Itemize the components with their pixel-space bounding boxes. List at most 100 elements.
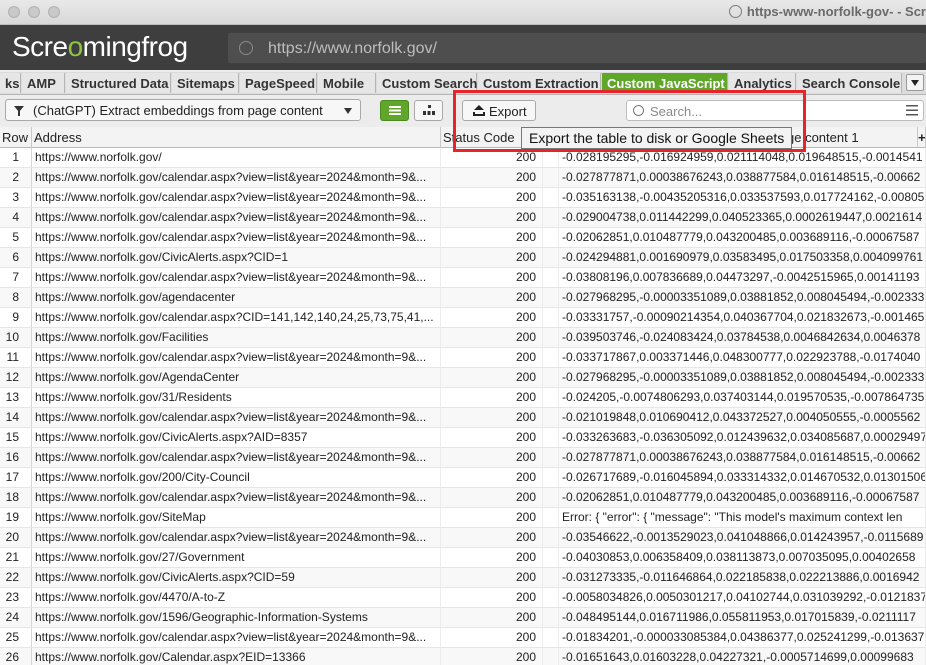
table-row[interactable]: 16 https://www.norfolk.gov/calendar.aspx?… bbox=[0, 448, 926, 468]
row-number: 25 bbox=[0, 628, 32, 647]
row-number: 6 bbox=[0, 248, 32, 267]
table-row[interactable]: 5 https://www.norfolk.gov/calendar.aspx?v… bbox=[0, 228, 926, 248]
list-view-button[interactable] bbox=[380, 100, 409, 121]
table-row[interactable]: 18 https://www.norfolk.gov/calendar.aspx?… bbox=[0, 488, 926, 508]
embedding-cell: -0.01834201,-0.000033085384,0.04386377,0… bbox=[559, 628, 926, 647]
status-cell bbox=[543, 308, 559, 327]
zoom-window-button[interactable] bbox=[48, 6, 60, 18]
column-header-row[interactable]: Row bbox=[0, 127, 32, 148]
table-row[interactable]: 12 https://www.norfolk.gov/AgendaCenter 20… bbox=[0, 368, 926, 388]
embedding-cell: -0.033263683,-0.036305092,0.012439632,0.… bbox=[559, 428, 926, 447]
status-cell bbox=[543, 268, 559, 287]
url-bar[interactable] bbox=[228, 33, 926, 63]
embedding-cell: -0.021019848,0.010690412,0.043372527,0.0… bbox=[559, 408, 926, 427]
table-row[interactable]: 2 https://www.norfolk.gov/calendar.aspx?v… bbox=[0, 168, 926, 188]
embedding-cell: -0.029004738,0.011442299,0.040523365,0.0… bbox=[559, 208, 926, 227]
status-code-cell: 200 bbox=[441, 528, 543, 547]
tab-mobile[interactable]: Mobile bbox=[318, 73, 376, 93]
row-number: 3 bbox=[0, 188, 32, 207]
address-cell: https://www.norfolk.gov/calendar.aspx?vi… bbox=[32, 228, 441, 247]
address-cell: https://www.norfolk.gov/calendar.aspx?vi… bbox=[32, 268, 441, 287]
status-cell bbox=[543, 568, 559, 587]
address-cell: https://www.norfolk.gov/calendar.aspx?vi… bbox=[32, 628, 441, 647]
screaming-frog-logo: Screomingfrog bbox=[12, 31, 188, 62]
column-header-address[interactable]: Address bbox=[32, 127, 441, 148]
embedding-cell: -0.024205,-0.0074806293,0.037403144,0.01… bbox=[559, 388, 926, 407]
table-row[interactable]: 9 https://www.norfolk.gov/calendar.aspx?C… bbox=[0, 308, 926, 328]
highlight-box bbox=[453, 90, 806, 152]
tab-overflow-menu-icon[interactable] bbox=[906, 74, 924, 91]
table-row[interactable]: 24 https://www.norfolk.gov/1596/Geographi… bbox=[0, 608, 926, 628]
status-code-cell: 200 bbox=[441, 448, 543, 467]
row-number: 22 bbox=[0, 568, 32, 587]
status-code-cell: 200 bbox=[441, 168, 543, 187]
tab-structured-data[interactable]: Structured Data bbox=[66, 73, 171, 93]
table-row[interactable]: 8 https://www.norfolk.gov/agendacenter 200… bbox=[0, 288, 926, 308]
status-cell bbox=[543, 208, 559, 227]
table-row[interactable]: 22 https://www.norfolk.gov/CivicAlerts.as… bbox=[0, 568, 926, 588]
row-number: 5 bbox=[0, 228, 32, 247]
row-number: 13 bbox=[0, 388, 32, 407]
table-row[interactable]: 20 https://www.norfolk.gov/calendar.aspx?… bbox=[0, 528, 926, 548]
table-row[interactable]: 7 https://www.norfolk.gov/calendar.aspx?v… bbox=[0, 268, 926, 288]
address-cell: https://www.norfolk.gov/200/City-Council bbox=[32, 468, 441, 487]
status-code-cell: 200 bbox=[441, 488, 543, 507]
status-cell bbox=[543, 188, 559, 207]
address-cell: https://www.norfolk.gov/4470/A-to-Z bbox=[32, 588, 441, 607]
row-number: 1 bbox=[0, 148, 32, 167]
close-window-button[interactable] bbox=[8, 6, 20, 18]
tab-pagespeed[interactable]: PageSpeed bbox=[240, 73, 317, 93]
table-row[interactable]: 13 https://www.norfolk.gov/31/Residents 20… bbox=[0, 388, 926, 408]
search-options-icon[interactable] bbox=[906, 105, 918, 116]
table-row[interactable]: 23 https://www.norfolk.gov/4470/A-to-Z 200… bbox=[0, 588, 926, 608]
table-row[interactable]: 26 https://www.norfolk.gov/Calendar.aspx?… bbox=[0, 648, 926, 665]
row-number: 2 bbox=[0, 168, 32, 187]
table-row[interactable]: 10 https://www.norfolk.gov/Facilities 200-… bbox=[0, 328, 926, 348]
address-cell: https://www.norfolk.gov/Facilities bbox=[32, 328, 441, 347]
address-cell: https://www.norfolk.gov/ bbox=[32, 148, 441, 167]
row-number: 20 bbox=[0, 528, 32, 547]
status-code-cell: 200 bbox=[441, 268, 543, 287]
status-code-cell: 200 bbox=[441, 328, 543, 347]
minimize-window-button[interactable] bbox=[28, 6, 40, 18]
table-row[interactable]: 19 https://www.norfolk.gov/SiteMap 200 Erro… bbox=[0, 508, 926, 528]
row-number: 16 bbox=[0, 448, 32, 467]
tab-sitemaps[interactable]: Sitemaps bbox=[172, 73, 239, 93]
add-column-icon[interactable]: + bbox=[918, 127, 926, 148]
row-number: 24 bbox=[0, 608, 32, 627]
status-code-cell: 200 bbox=[441, 348, 543, 367]
status-cell bbox=[543, 388, 559, 407]
table-row[interactable]: 17 https://www.norfolk.gov/200/City-Counc… bbox=[0, 468, 926, 488]
status-cell bbox=[543, 628, 559, 647]
embedding-cell: -0.027968295,-0.00003351089,0.03881852,0… bbox=[559, 288, 926, 307]
table-row[interactable]: 14 https://www.norfolk.gov/calendar.aspx?… bbox=[0, 408, 926, 428]
status-cell bbox=[543, 428, 559, 447]
table-row[interactable]: 6 https://www.norfolk.gov/CivicAlerts.asp… bbox=[0, 248, 926, 268]
status-cell bbox=[543, 528, 559, 547]
table-row[interactable]: 21 https://www.norfolk.gov/27/Government 2… bbox=[0, 548, 926, 568]
address-cell: https://www.norfolk.gov/calendar.aspx?vi… bbox=[32, 348, 441, 367]
address-cell: https://www.norfolk.gov/calendar.aspx?vi… bbox=[32, 528, 441, 547]
table-row[interactable]: 3 https://www.norfolk.gov/calendar.aspx?v… bbox=[0, 188, 926, 208]
tab-ks[interactable]: ks bbox=[0, 73, 21, 93]
status-cell bbox=[543, 488, 559, 507]
table-row[interactable]: 25 https://www.norfolk.gov/calendar.aspx?… bbox=[0, 628, 926, 648]
address-cell: https://www.norfolk.gov/AgendaCenter bbox=[32, 368, 441, 387]
url-input[interactable] bbox=[266, 37, 870, 61]
table-row[interactable]: 4 https://www.norfolk.gov/calendar.aspx?v… bbox=[0, 208, 926, 228]
table-row[interactable]: 15 https://www.norfolk.gov/CivicAlerts.as… bbox=[0, 428, 926, 448]
status-code-cell: 200 bbox=[441, 648, 543, 665]
embedding-cell: -0.0058034826,0.0050301217,0.04102744,0.… bbox=[559, 588, 926, 607]
table-body: 1 https://www.norfolk.gov/200 -0.028195295… bbox=[0, 148, 926, 665]
status-cell bbox=[543, 448, 559, 467]
tree-view-button[interactable] bbox=[414, 100, 443, 121]
data-table: Row Address Status Code ge content 1 + 1… bbox=[0, 127, 926, 665]
table-row[interactable]: 11 https://www.norfolk.gov/calendar.aspx?… bbox=[0, 348, 926, 368]
embedding-cell: -0.02062851,0.010487779,0.043200485,0.00… bbox=[559, 488, 926, 507]
row-number: 21 bbox=[0, 548, 32, 567]
tab-search-console[interactable]: Search Console bbox=[797, 73, 902, 93]
embedding-cell: -0.03331757,-0.00090214354,0.040367704,0… bbox=[559, 308, 926, 327]
embedding-cell: -0.027877871,0.00038676243,0.038877584,0… bbox=[559, 168, 926, 187]
filter-dropdown[interactable]: (ChatGPT) Extract embeddings from page c… bbox=[5, 99, 361, 121]
tab-amp[interactable]: AMP bbox=[22, 73, 65, 93]
